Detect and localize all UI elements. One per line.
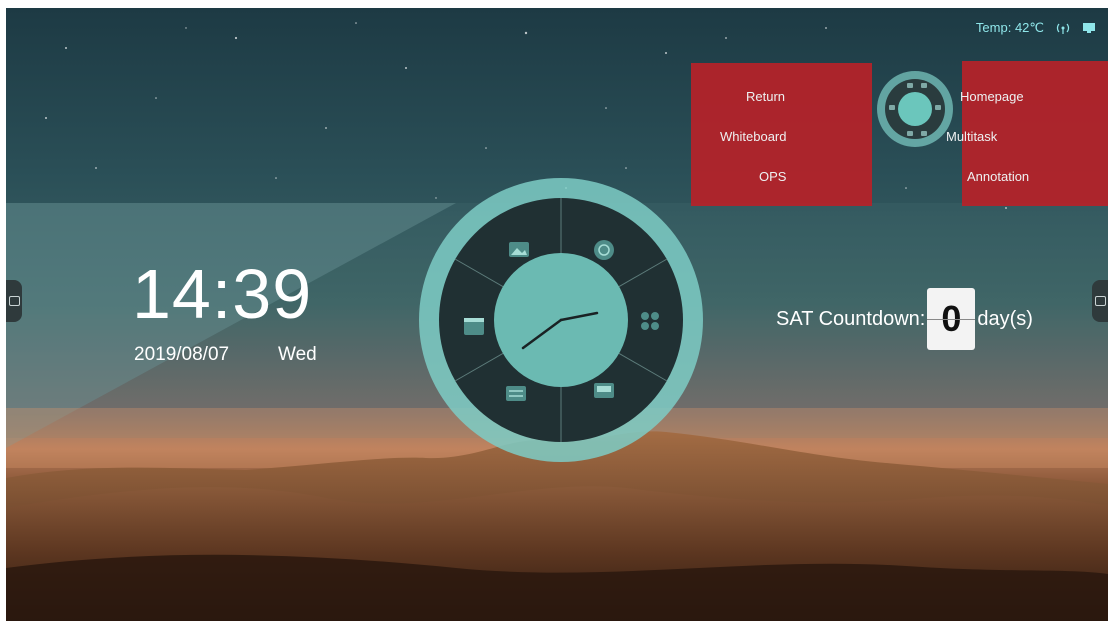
quick-menu-wheel[interactable] [877, 71, 953, 147]
wireless-icon[interactable] [1056, 22, 1070, 34]
monitor-icon [1094, 296, 1106, 306]
countdown-digit-card: 0 [927, 288, 976, 350]
countdown-prefix: SAT Countdown: [776, 307, 926, 330]
quick-menu-left: Return Whiteboard OPS [691, 63, 872, 206]
quick-menu-right: Homepage Multitask Annotation [946, 61, 1108, 206]
clock-weekday: Wed [278, 344, 317, 365]
menu-item-ops[interactable]: OPS [759, 169, 786, 184]
monitor-icon [8, 296, 20, 306]
sat-countdown: SAT Countdown: 0 day(s) [776, 288, 1033, 350]
menu-item-annotation[interactable]: Annotation [967, 169, 1029, 184]
menu-item-multitask[interactable]: Multitask [946, 129, 997, 144]
home-screen: Temp: 42℃ 14:39 2019/08/07 Wed SAT Count… [6, 8, 1108, 621]
menu-item-whiteboard[interactable]: Whiteboard [720, 129, 786, 144]
right-sidebar-handle[interactable] [1092, 280, 1108, 322]
clock-date: 2019/08/07 [134, 344, 230, 365]
left-sidebar-handle[interactable] [6, 280, 22, 322]
menu-item-homepage[interactable]: Homepage [960, 89, 1024, 104]
menu-item-return[interactable]: Return [746, 89, 785, 104]
settings-panel-icon[interactable] [506, 386, 526, 401]
temperature-label: Temp: 42℃ [975, 20, 1044, 35]
app-wheel[interactable] [419, 178, 703, 462]
gallery-icon[interactable] [509, 242, 529, 257]
countdown-suffix: day(s) [977, 307, 1033, 330]
status-bar: Temp: 42℃ [976, 20, 1096, 36]
browser-icon[interactable] [594, 240, 614, 260]
clock-time: 14:39 [132, 255, 313, 333]
monitor-icon[interactable] [1082, 22, 1096, 34]
screen-share-icon[interactable] [594, 383, 614, 398]
calendar-icon[interactable] [464, 318, 484, 335]
